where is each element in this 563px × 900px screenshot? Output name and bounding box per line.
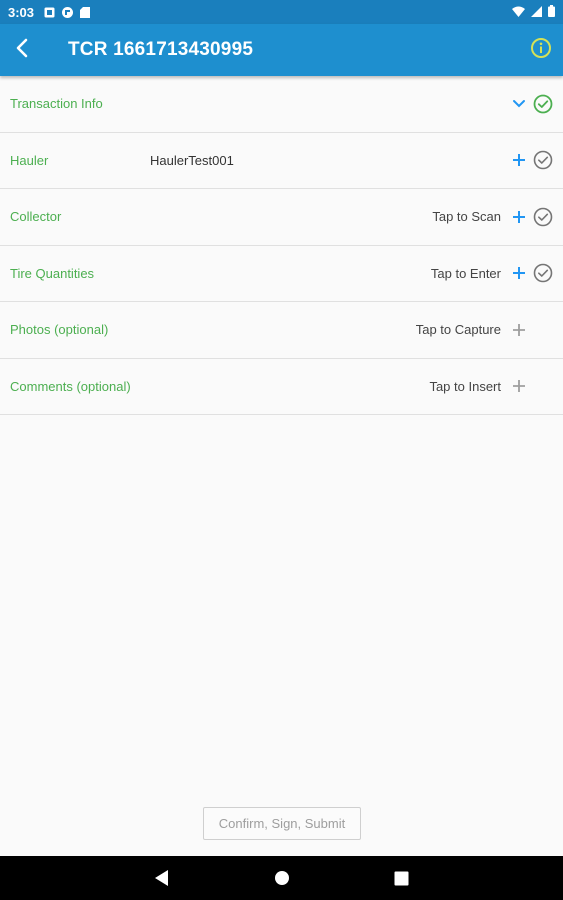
system-nav-bar [0, 856, 563, 900]
section-comments[interactable]: Comments (optional) Tap to Insert [0, 358, 563, 415]
transaction-sections: Transaction Info Hauler HaulerTest001 Co… [0, 76, 563, 415]
section-label: Transaction Info [10, 96, 103, 112]
section-label: Tire Quantities [10, 265, 95, 281]
section-actions [501, 94, 553, 114]
section-transaction-info[interactable]: Transaction Info [0, 76, 563, 133]
section-collector[interactable]: Collector Tap to Scan [0, 189, 563, 246]
recents-square-icon[interactable] [391, 868, 411, 888]
flipboard-icon [62, 6, 74, 18]
info-button[interactable] [529, 37, 553, 64]
sd-card-icon [80, 6, 91, 18]
status-left-icons [44, 6, 91, 18]
section-label: Hauler [10, 152, 49, 168]
section-photos[interactable]: Photos (optional) Tap to Capture [0, 302, 563, 359]
notification-square-icon [44, 7, 55, 18]
plus-icon[interactable] [509, 150, 529, 170]
section-label: Collector [10, 209, 62, 225]
home-circle-icon[interactable] [272, 868, 292, 888]
section-label: Photos (optional) [10, 322, 109, 338]
section-hint: Tap to Scan [432, 209, 501, 225]
section-hint: Tap to Enter [430, 265, 501, 281]
section-value: HaulerTest001 [150, 152, 234, 168]
section-actions: Tap to Scan [432, 207, 553, 227]
status-bar: 3:03 [0, 0, 563, 24]
status-spacer [533, 376, 553, 396]
info-icon [530, 37, 552, 64]
status-spacer [533, 320, 553, 340]
confirm-sign-submit-button[interactable]: Confirm, Sign, Submit [203, 807, 361, 840]
section-actions [501, 150, 553, 170]
check-circle-pending-icon [533, 150, 553, 170]
plus-icon[interactable] [509, 320, 529, 340]
section-hint: Tap to Insert [429, 378, 501, 394]
section-tire-quantities[interactable]: Tire Quantities Tap to Enter [0, 245, 563, 302]
signal-icon [531, 5, 542, 20]
arrow-back-icon [15, 38, 29, 63]
section-hauler[interactable]: Hauler HaulerTest001 [0, 132, 563, 189]
plus-icon[interactable] [509, 376, 529, 396]
plus-icon[interactable] [509, 263, 529, 283]
section-hint: Tap to Capture [415, 322, 501, 338]
plus-icon[interactable] [509, 207, 529, 227]
page-title: TCR 1661713430995 [68, 39, 254, 60]
check-circle-complete-icon [533, 94, 553, 114]
status-right-icons [512, 4, 555, 20]
section-label: Comments (optional) [10, 378, 131, 394]
wifi-icon [512, 5, 525, 20]
app-bar: TCR 1661713430995 [0, 24, 563, 76]
section-actions: Tap to Capture [416, 320, 553, 340]
back-triangle-icon[interactable] [151, 868, 171, 888]
section-actions: Tap to Enter [431, 263, 553, 283]
back-button[interactable] [0, 24, 44, 76]
chevron-down-icon[interactable] [509, 94, 529, 114]
check-circle-pending-icon [533, 263, 553, 283]
check-circle-pending-icon [533, 207, 553, 227]
section-actions: Tap to Insert [429, 376, 553, 396]
status-time: 3:03 [8, 4, 35, 20]
battery-icon [548, 4, 555, 20]
